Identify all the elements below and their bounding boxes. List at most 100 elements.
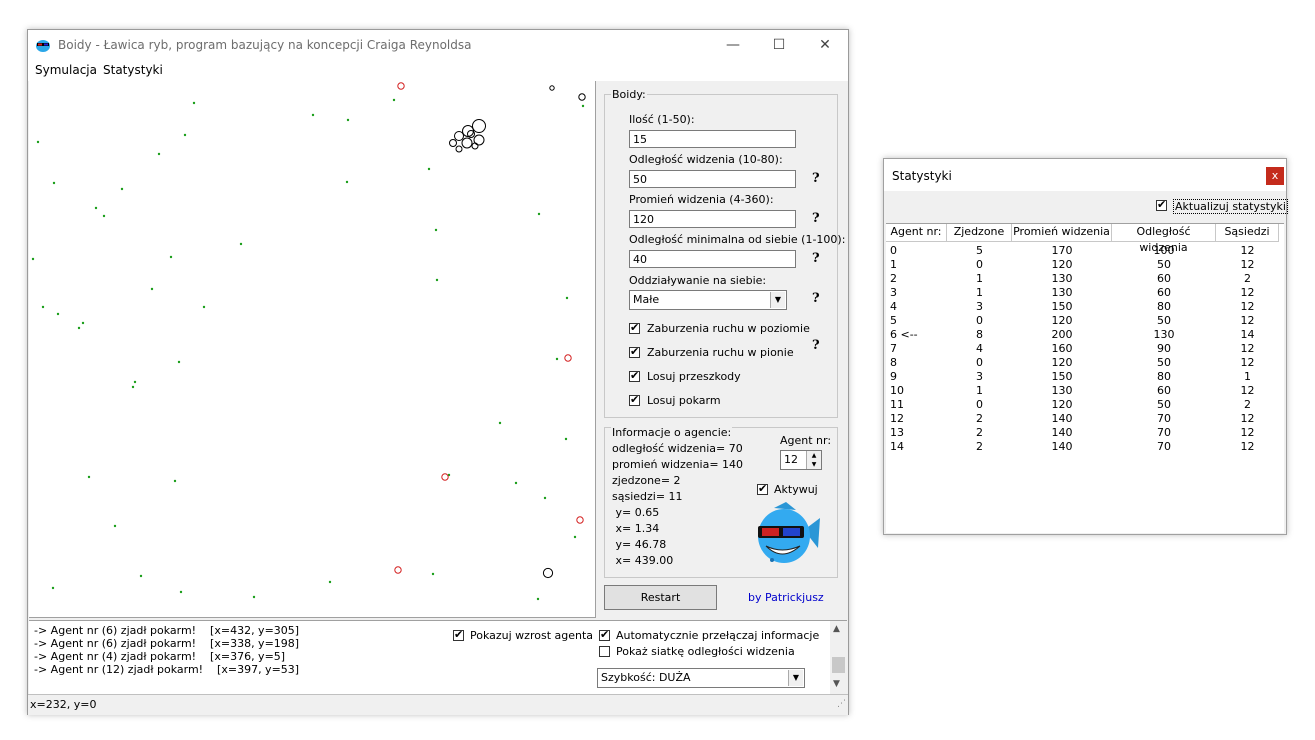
help-odleglosc-button[interactable]: ? <box>812 171 820 186</box>
odleglosc-minimalna-input[interactable]: 40 <box>629 250 796 268</box>
agent-info-line: x= 1.34 <box>612 522 660 535</box>
food-item <box>31 257 35 261</box>
column-header[interactable]: Agent nr: <box>886 224 947 242</box>
author-link[interactable]: by Patrickjusz <box>748 591 824 604</box>
table-cell: 12 <box>1240 356 1255 369</box>
auto-przelaczaj-checkbox[interactable] <box>599 628 610 641</box>
table-cell: 3 <box>890 286 897 299</box>
event-log[interactable]: -> Agent nr (6) zjadł pokarm! [x=432, y=… <box>29 620 847 694</box>
table-cell: 2 <box>976 412 983 425</box>
zaburzenia-poziom-checkbox[interactable] <box>629 321 640 334</box>
spin-down-icon[interactable]: ▼ <box>806 460 821 469</box>
ilosc-input[interactable]: 15 <box>629 130 796 148</box>
stats-title-bar[interactable]: Statystyki x <box>884 159 1286 191</box>
resize-grip-icon[interactable]: ⋰ <box>837 699 846 709</box>
maximize-button[interactable]: ☐ <box>756 30 802 61</box>
main-window: Boidy - Ławica ryb, program bazujący na … <box>27 29 849 715</box>
help-promien-button[interactable]: ? <box>812 211 820 226</box>
food-item <box>564 437 568 441</box>
table-cell: 12 <box>1240 384 1255 397</box>
log-scrollbar[interactable]: ▲ ▼ <box>830 621 847 694</box>
pokaz-siatke-label: Pokaż siatkę odległości widzenia <box>616 645 795 658</box>
aktywuj-checkbox[interactable] <box>757 482 768 495</box>
food-item <box>169 255 173 259</box>
aktywuj-label: Aktywuj <box>774 483 818 496</box>
food-item <box>311 113 315 117</box>
help-zaburzenia-button[interactable]: ? <box>812 338 820 353</box>
table-cell: 12 <box>1240 286 1255 299</box>
table-cell: 9 <box>890 370 897 383</box>
stats-table[interactable]: Agent nr: Zjedzone Promień widzenia Odległo… <box>886 223 1284 533</box>
agent-info-line: odległość widzenia= 70 <box>612 442 743 455</box>
close-button[interactable]: ✕ <box>802 30 848 61</box>
table-cell: 0 <box>890 244 897 257</box>
table-cell: 130 <box>1051 286 1073 299</box>
food-item <box>36 140 40 144</box>
table-cell: 90 <box>1157 342 1171 355</box>
boid <box>455 145 463 153</box>
table-cell: 50 <box>1157 356 1171 369</box>
column-header[interactable]: Promień widzenia <box>1012 224 1112 242</box>
table-cell: 150 <box>1051 300 1073 313</box>
agent-info-line: y= 0.65 <box>612 506 660 519</box>
aktualizuj-checkbox[interactable] <box>1156 198 1167 211</box>
table-cell: 11 <box>890 398 904 411</box>
table-cell: 50 <box>1157 258 1171 271</box>
table-cell: 60 <box>1157 384 1171 397</box>
column-header[interactable]: Zjedzone <box>947 224 1012 242</box>
table-cell: 1 <box>976 384 983 397</box>
oddzialywanie-select[interactable]: Małe ▼ <box>629 290 787 310</box>
food-item <box>252 595 256 599</box>
food-item <box>81 321 85 325</box>
pokazuj-wzrost-checkbox[interactable] <box>453 628 464 641</box>
menu-symulacja[interactable]: Symulacja <box>35 63 97 77</box>
szybkosc-select[interactable]: Szybkość: DUŻA ▼ <box>597 668 805 688</box>
food-item <box>581 104 585 108</box>
food-item <box>202 305 206 309</box>
scroll-down-icon[interactable]: ▼ <box>833 679 840 689</box>
scroll-up-icon[interactable]: ▲ <box>833 624 840 634</box>
zaburzenia-poziom-label: Zaburzenia ruchu w poziomie <box>647 322 810 335</box>
help-oddzialywanie-button[interactable]: ? <box>812 291 820 306</box>
restart-button[interactable]: Restart <box>604 585 717 610</box>
auto-przelaczaj-label: Automatycznie przełączaj informacje <box>616 629 820 642</box>
chevron-down-icon: ▼ <box>788 670 803 686</box>
scroll-thumb[interactable] <box>832 657 845 673</box>
table-cell: 1 <box>1244 370 1251 383</box>
simulation-scene <box>31 82 586 601</box>
agent-info-line: sąsiedzi= 11 <box>612 490 683 503</box>
zaburzenia-pion-checkbox[interactable] <box>629 345 640 358</box>
food-item <box>113 524 117 528</box>
losuj-pokarm-checkbox[interactable] <box>629 393 640 406</box>
food-items <box>31 98 585 601</box>
boid <box>472 119 486 133</box>
table-cell: 60 <box>1157 272 1171 285</box>
agent-info-label: Informacje o agencie: <box>611 426 733 439</box>
food-item <box>498 421 502 425</box>
status-coordinates: x=232, y=0 <box>30 698 97 711</box>
pokaz-siatke-checkbox[interactable] <box>599 646 610 657</box>
promien-widzenia-input[interactable]: 120 <box>629 210 796 228</box>
table-cell: 140 <box>1051 426 1073 439</box>
table-cell: 12 <box>1240 412 1255 425</box>
table-cell: 50 <box>1157 398 1171 411</box>
odleglosc-widzenia-input[interactable]: 50 <box>629 170 796 188</box>
minimize-button[interactable]: — <box>710 30 756 61</box>
menu-statystyki[interactable]: Statystyki <box>103 63 163 77</box>
table-cell: 200 <box>1051 328 1073 341</box>
column-header[interactable]: Sąsiedzi <box>1216 224 1279 242</box>
losuj-przeszkody-checkbox[interactable] <box>629 369 640 382</box>
stats-close-button[interactable]: x <box>1266 167 1284 185</box>
agent-nr-spinner[interactable]: 12 ▲ ▼ <box>780 450 822 470</box>
boid <box>471 142 479 150</box>
table-cell: 120 <box>1051 398 1073 411</box>
table-cell: 60 <box>1157 286 1171 299</box>
simulation-canvas[interactable] <box>29 81 596 618</box>
aktualizuj-label: Aktualizuj statystyki <box>1173 199 1288 214</box>
table-cell: 12 <box>1240 440 1255 453</box>
title-bar[interactable]: Boidy - Ławica ryb, program bazujący na … <box>28 30 848 61</box>
help-minimalna-button[interactable]: ? <box>812 251 820 266</box>
obstacle <box>564 354 572 362</box>
column-header[interactable]: Odległość widzenia <box>1112 224 1216 254</box>
food-item <box>139 574 143 578</box>
